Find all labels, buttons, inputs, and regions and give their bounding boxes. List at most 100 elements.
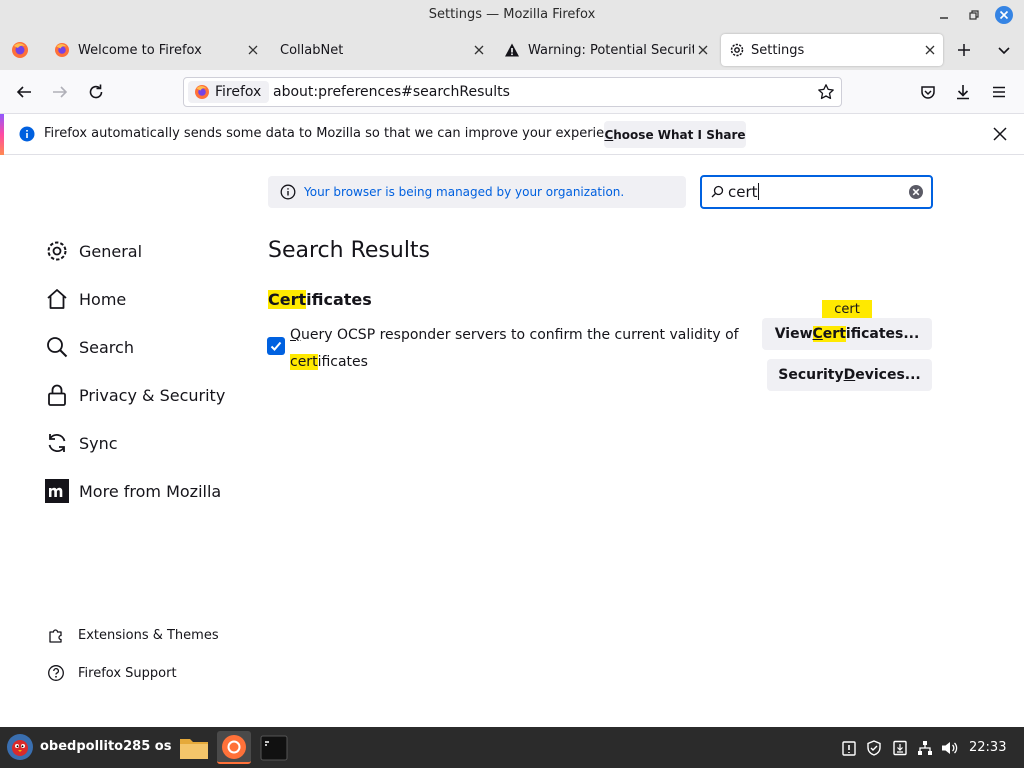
sidebar-item-general[interactable]: General [44, 235, 142, 267]
search-results-heading: Search Results [268, 238, 431, 263]
tab-collabnet[interactable]: CollabNet [272, 34, 492, 66]
reload-button[interactable] [82, 78, 110, 106]
button-label: hoose What I Share [613, 127, 746, 142]
sidebar-item-label: Extensions & Themes [78, 627, 219, 643]
tab-close-icon[interactable] [923, 43, 937, 57]
help-icon [46, 663, 66, 683]
tab-label: Welcome to Firefox [78, 42, 202, 58]
url-bar[interactable]: Firefox about:preferences#searchResults [183, 77, 842, 107]
download-icon [957, 85, 969, 100]
back-button[interactable] [10, 78, 38, 106]
ocsp-checkbox[interactable] [267, 337, 285, 355]
tab-label: Settings [751, 42, 805, 58]
sidebar-item-firefox-support[interactable]: Firefox Support [46, 661, 177, 685]
search-input[interactable]: cert [700, 175, 933, 209]
search-match-tooltip: cert [822, 300, 872, 319]
sidebar-item-sync[interactable]: Sync [44, 427, 118, 459]
clipboard-tray-icon[interactable] [840, 739, 858, 757]
warning-icon [504, 42, 520, 58]
firefox-icon [222, 734, 246, 759]
info-icon [280, 184, 296, 200]
tab-label: Warning: Potential Security [528, 42, 694, 58]
ocsp-checkbox-label[interactable]: Query OCSP responder servers to confirm … [290, 322, 750, 376]
search-input-value[interactable]: cert [728, 183, 759, 201]
sidebar-item-privacy-security[interactable]: Privacy & Security [44, 379, 225, 411]
tab-close-icon[interactable] [246, 43, 260, 57]
app-menu-icon[interactable] [6, 733, 34, 761]
choose-what-i-share-button[interactable]: Choose What I Share [604, 121, 746, 148]
tab-security-warning[interactable]: Warning: Potential Security [496, 34, 716, 66]
volume-tray-icon[interactable] [941, 739, 959, 757]
new-tab-button[interactable] [950, 34, 978, 66]
notification-text: Firefox automatically sends some data to… [44, 126, 632, 141]
url-text[interactable]: about:preferences#searchResults [273, 84, 510, 100]
tab-close-icon[interactable] [472, 43, 486, 57]
view-certificates-button[interactable]: View Cert ificates... [762, 318, 932, 350]
identity-label: Firefox [215, 84, 262, 100]
sidebar-item-label: Firefox Support [78, 665, 177, 681]
policies-notice[interactable]: Your browser is being managed by your or… [268, 176, 686, 208]
firefox-icon [12, 42, 28, 58]
sync-icon [44, 430, 70, 456]
clear-search-button[interactable] [908, 184, 924, 200]
bookmark-star-button[interactable] [817, 83, 835, 101]
close-window-button[interactable] [991, 0, 1017, 30]
minimize-icon [940, 17, 948, 19]
network-tray-icon[interactable] [916, 739, 934, 757]
arrow-right-icon [53, 86, 68, 98]
taskbar: obedpollito285 os 22:33 [0, 727, 1024, 768]
app-menu-button[interactable] [985, 78, 1013, 106]
forward-button[interactable] [46, 78, 74, 106]
minimize-button[interactable] [931, 0, 957, 30]
star-icon [818, 84, 834, 100]
window-title: Settings — Mozilla Firefox [428, 7, 596, 22]
terminal-app-button[interactable] [257, 731, 291, 764]
home-icon [44, 286, 70, 312]
chevron-down-icon [998, 47, 1010, 55]
certificates-section-heading: Certificates [268, 290, 372, 309]
restore-icon [969, 10, 979, 20]
tab-close-icon[interactable] [696, 43, 710, 57]
arrow-left-icon [16, 86, 31, 98]
tab-settings[interactable]: Settings [721, 34, 943, 66]
list-all-tabs-button[interactable] [990, 34, 1018, 66]
terminal-icon [260, 735, 288, 760]
sidebar-item-label: Sync [79, 433, 118, 453]
notification-accent [0, 114, 4, 155]
identity-box[interactable]: Firefox [188, 81, 270, 103]
files-app-button[interactable] [177, 731, 211, 764]
downloads-button[interactable] [949, 78, 977, 106]
mozilla-icon [44, 478, 70, 504]
sidebar-item-extensions-themes[interactable]: Extensions & Themes [46, 623, 219, 647]
sidebar-item-label: More from Mozilla [79, 481, 222, 501]
clear-icon [909, 185, 923, 199]
tab-welcome[interactable]: Welcome to Firefox [46, 34, 266, 66]
taskbar-user-label[interactable]: obedpollito285 os [40, 739, 171, 754]
close-icon [995, 6, 1013, 24]
folder-icon [180, 738, 208, 759]
hamburger-menu-icon [993, 86, 1005, 98]
firefox-icon [54, 42, 70, 58]
search-icon [711, 185, 724, 198]
sidebar-item-label: Search [79, 337, 134, 357]
pocket-button[interactable] [914, 78, 942, 106]
security-devices-button[interactable]: Security Devices... [767, 359, 932, 391]
search-icon [44, 334, 70, 360]
sidebar-item-more-from-mozilla[interactable]: More from Mozilla [44, 475, 221, 507]
updates-tray-icon[interactable] [891, 739, 909, 757]
sidebar-item-search[interactable]: Search [44, 331, 134, 363]
gear-icon [729, 42, 745, 58]
taskbar-clock[interactable]: 22:33 [969, 740, 1006, 755]
firefox-app-button[interactable] [217, 731, 251, 764]
sidebar-item-label: Home [79, 289, 127, 309]
button-access-key: C [604, 127, 614, 142]
firefox-view-button[interactable] [6, 34, 34, 66]
gear-icon [44, 238, 70, 264]
maximize-button[interactable] [961, 0, 987, 30]
shield-tray-icon[interactable] [865, 739, 883, 757]
firefox-icon [194, 84, 210, 100]
notification-close-button[interactable] [991, 125, 1009, 143]
policies-notice-text[interactable]: Your browser is being managed by your or… [304, 185, 624, 199]
sidebar-item-home[interactable]: Home [44, 283, 126, 315]
sidebar-item-label: General [79, 241, 143, 261]
